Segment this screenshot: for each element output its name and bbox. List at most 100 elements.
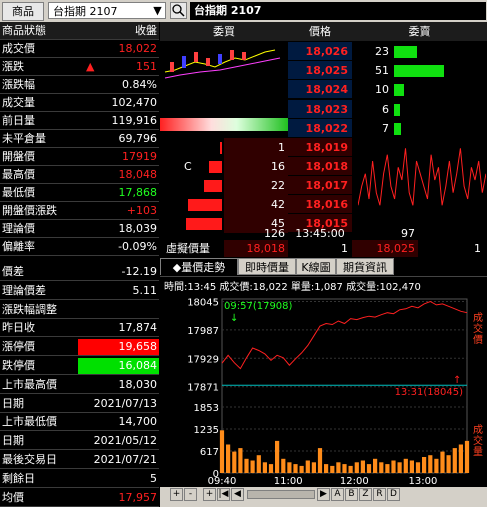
ask-price[interactable]: 18,025 <box>288 61 352 81</box>
row-label: 最低價 <box>2 186 35 199</box>
row-label: 最後交易日 <box>2 453 57 466</box>
detail-row: 日期 2021/07/13 <box>0 395 159 413</box>
row-label: 漲停價 <box>2 340 35 354</box>
chart-tool-button[interactable]: R <box>373 488 386 501</box>
volume-bar <box>385 464 390 473</box>
tab-2[interactable]: K線圖 <box>296 258 336 275</box>
volume-bar <box>464 440 470 473</box>
volume-bar <box>403 458 408 473</box>
bid-header: 委買 <box>213 25 235 38</box>
row-value: 2021/07/13 <box>93 396 157 410</box>
volume-bar <box>440 451 445 473</box>
volume-bar <box>373 458 378 473</box>
chart-tool-button[interactable]: ▶ <box>317 488 330 501</box>
chart-nav-button[interactable]: + <box>170 488 183 501</box>
bid-price[interactable]: 18,017 <box>288 176 352 195</box>
order-book-header: 委買 價格 委賣 <box>160 22 487 41</box>
up-arrow-icon: ↑ <box>453 375 461 386</box>
chart-nav-button[interactable]: ◀ <box>231 488 244 501</box>
ask-row[interactable]: 18,024 10 <box>160 80 487 100</box>
bid-price[interactable]: 18,019 <box>288 138 352 157</box>
row-value: 17,874 <box>118 321 158 335</box>
row-value: 119,916 <box>111 114 158 127</box>
quote-row: 成交價 18,022 <box>0 40 159 58</box>
chart-nav-button[interactable]: + <box>203 488 216 501</box>
chart-scrollbar[interactable] <box>247 490 315 499</box>
tab-1[interactable]: 即時價量 <box>238 258 296 275</box>
chart-tool-button[interactable]: Z <box>359 488 372 501</box>
row-label: 開盤價漲跌 <box>2 204 57 217</box>
product-combo-input[interactable]: 台指期 2107 <box>48 2 166 19</box>
volume-bar <box>452 448 457 473</box>
tab-0[interactable]: ◆量價走勢 <box>160 258 238 275</box>
row-label: 理論價 <box>2 222 35 235</box>
price-tick-label: 18045 <box>187 297 219 308</box>
price-tick-label: 17871 <box>187 383 219 394</box>
tab-3[interactable]: 期貨資訊 <box>336 258 394 275</box>
bid-price[interactable]: 18,016 <box>288 195 352 214</box>
row-label: 偏離率 <box>2 240 35 253</box>
chart-nav-button[interactable]: - <box>184 488 197 501</box>
high-annotation: 13:31(18045) <box>395 387 464 398</box>
plot-frame <box>221 298 468 474</box>
detail-row: 上市最高價 18,030 <box>0 376 159 394</box>
row-value: 17919 <box>122 150 157 163</box>
x-tick-label: 09:40 <box>208 476 237 487</box>
bid-price[interactable]: 18,018 <box>288 157 352 176</box>
volume-bar <box>256 455 261 473</box>
quote-row: 漲跌 ▲ 151 <box>0 58 159 76</box>
volume-bar <box>287 462 292 473</box>
row-label: 成交價 <box>2 42 35 55</box>
ask-price[interactable]: 18,024 <box>288 80 352 100</box>
volume-bar <box>360 460 365 473</box>
volume-bar <box>336 462 341 473</box>
ask-row[interactable]: 18,022 7 <box>160 118 487 138</box>
quote-row: 漲跌幅 0.84% <box>0 76 159 94</box>
bid-qty: 1 <box>224 138 288 157</box>
virtual-bid-price: 18,018 <box>224 240 288 257</box>
row-label: 成交量 <box>2 96 35 109</box>
row-value: 16,084 <box>118 359 158 372</box>
search-icon[interactable] <box>170 2 187 19</box>
cancel-mark: C <box>184 160 192 173</box>
bid-volume-bar <box>188 199 222 211</box>
down-arrow-icon: ↓ <box>230 313 238 324</box>
low-annotation: 09:57(17908) <box>224 301 293 312</box>
price-volume-chart[interactable]: 1804517987179291787118531235617009:40 11:… <box>160 277 487 489</box>
quote-row: 前日量 119,916 <box>0 112 159 130</box>
volume-bar <box>422 457 427 473</box>
volume-bar <box>342 464 347 473</box>
ask-price[interactable]: 18,023 <box>288 99 352 119</box>
ask-row[interactable]: 18,023 6 <box>160 99 487 119</box>
ask-row[interactable]: 18,026 23 <box>160 42 487 61</box>
quote-row: 未平倉量 69,796 <box>0 130 159 148</box>
row-value: 2021/05/12 <box>93 434 157 448</box>
quote-row: 最低價 17,868 <box>0 184 159 202</box>
ask-price[interactable]: 18,026 <box>288 42 352 61</box>
row-value: +103 <box>126 204 157 217</box>
row-value: -12.19 <box>121 265 157 278</box>
row-label: 漲跌幅 <box>2 78 35 91</box>
volume-bar <box>348 465 353 473</box>
row-label: 未平倉量 <box>2 132 46 145</box>
chart-tool-button[interactable]: B <box>345 488 358 501</box>
chart-tool-button[interactable]: D <box>387 488 400 501</box>
row-label: 理論價差 <box>2 283 46 297</box>
product-button[interactable]: 商品 <box>2 2 44 21</box>
chevron-down-icon[interactable]: ▼ <box>150 3 165 18</box>
chart-nav-button[interactable]: |◀ <box>217 488 230 501</box>
ask-price[interactable]: 18,022 <box>288 118 352 138</box>
ask-volume-bar <box>394 65 444 78</box>
chart-panel: 時間:13:45 成交價:18,022 單量:1,087 成交量:102,470… <box>160 276 487 489</box>
x-tick-label: 12:00 <box>340 476 369 487</box>
volume-bar <box>268 464 274 473</box>
ask-row[interactable]: 18,025 51 <box>160 61 487 81</box>
bid-qty: 42 <box>224 195 288 214</box>
row-value: -0.09% <box>118 240 157 253</box>
volume-bar <box>391 460 396 473</box>
volume-bar <box>232 451 237 473</box>
detail-row: 價差 -12.19 <box>0 263 159 281</box>
x-tick-label: 11:00 <box>274 476 303 487</box>
volume-bar <box>324 464 329 473</box>
chart-tool-button[interactable]: A <box>331 488 344 501</box>
